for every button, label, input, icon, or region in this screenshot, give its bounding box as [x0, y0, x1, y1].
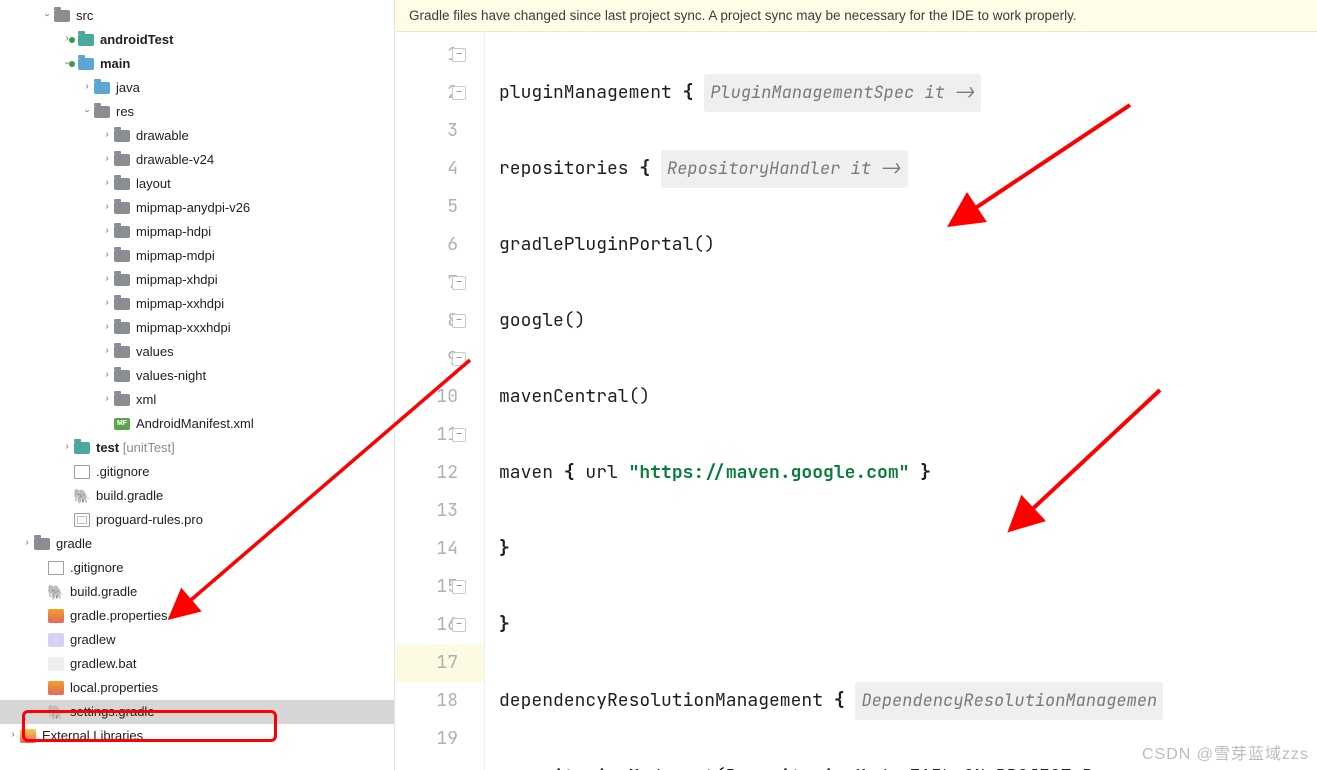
- tree-gitignore2[interactable]: .gitignore: [0, 556, 394, 580]
- tree-label: build.gradle: [70, 580, 145, 604]
- tree-gradle-properties[interactable]: gradle.properties: [0, 604, 394, 628]
- code-editor: Gradle files have changed since last pro…: [395, 0, 1317, 770]
- tree-mipmap-xxxhdpi[interactable]: mipmap-xxxhdpi: [0, 316, 394, 340]
- root: src androidTest main java res drawable d…: [0, 0, 1317, 770]
- tree-java[interactable]: java: [0, 76, 394, 100]
- tree-xml[interactable]: xml: [0, 388, 394, 412]
- tree-proguard[interactable]: proguard-rules.pro: [0, 508, 394, 532]
- tree-label: gradlew: [70, 628, 124, 652]
- line-gutter[interactable]: 1 2 3 4 5 6 7 8 9 10 11 12 13 14 15 16 1…: [395, 32, 485, 770]
- fold-icon[interactable]: [452, 352, 466, 366]
- tree-label: mipmap-xxhdpi: [136, 292, 232, 316]
- fold-icon[interactable]: [452, 276, 466, 290]
- gradle-icon: [74, 488, 90, 504]
- tree-label: java: [116, 76, 148, 100]
- tree-label: main: [100, 52, 138, 76]
- tree-label: drawable: [136, 124, 197, 148]
- tree-label: mipmap-hdpi: [136, 220, 219, 244]
- tree-label: gradlew.bat: [70, 652, 145, 676]
- tree-mipmap-hdpi[interactable]: mipmap-hdpi: [0, 220, 394, 244]
- gradle-icon: [48, 584, 64, 600]
- tree-label: androidTest: [100, 28, 181, 52]
- tree-label: gradle: [56, 532, 100, 556]
- tree-test[interactable]: test [unitTest]: [0, 436, 394, 460]
- tree-gradlew-bat[interactable]: gradlew.bat: [0, 652, 394, 676]
- inlay-hint: RepositoryHandler it ->: [661, 150, 908, 188]
- tree-label: local.properties: [70, 676, 166, 700]
- tree-label: External Libraries: [42, 724, 151, 748]
- shell-icon: [48, 633, 64, 647]
- tree-gradle-dir[interactable]: gradle: [0, 532, 394, 556]
- tree-layout[interactable]: layout: [0, 172, 394, 196]
- properties-icon: [48, 681, 64, 695]
- tree-label: build.gradle: [96, 484, 171, 508]
- tree-mipmap-xxhdpi[interactable]: mipmap-xxhdpi: [0, 292, 394, 316]
- sync-banner[interactable]: Gradle files have changed since last pro…: [395, 0, 1317, 32]
- tree-label: proguard-rules.pro: [96, 508, 211, 532]
- tree-label: values-night: [136, 364, 214, 388]
- library-icon: [20, 729, 36, 743]
- tree-label: src: [76, 4, 101, 28]
- inlay-hint: DependencyResolutionManagemen: [855, 682, 1163, 720]
- manifest-icon: [114, 418, 130, 430]
- tree-androidtest[interactable]: androidTest: [0, 28, 394, 52]
- tree-local-properties[interactable]: local.properties: [0, 676, 394, 700]
- banner-text: Gradle files have changed since last pro…: [409, 8, 1077, 23]
- tree-label: mipmap-xhdpi: [136, 268, 226, 292]
- fold-icon[interactable]: [452, 428, 466, 442]
- fold-icon[interactable]: [452, 580, 466, 594]
- fold-icon[interactable]: [452, 618, 466, 632]
- tree-external-libraries[interactable]: External Libraries: [0, 724, 394, 748]
- tree-manifest[interactable]: AndroidManifest.xml: [0, 412, 394, 436]
- tree-main[interactable]: main: [0, 52, 394, 76]
- project-tree[interactable]: src androidTest main java res drawable d…: [0, 0, 395, 770]
- tree-label: res: [116, 100, 142, 124]
- tree-values[interactable]: values: [0, 340, 394, 364]
- tree-label: AndroidManifest.xml: [136, 412, 262, 436]
- tree-label: .gitignore: [70, 556, 131, 580]
- tree-label: mipmap-anydpi-v26: [136, 196, 258, 220]
- tree-mipmap-mdpi[interactable]: mipmap-mdpi: [0, 244, 394, 268]
- tree-label: mipmap-mdpi: [136, 244, 223, 268]
- tree-label: test [unitTest]: [96, 436, 183, 460]
- fold-icon[interactable]: [452, 48, 466, 62]
- fold-icon[interactable]: [452, 86, 466, 100]
- tree-mipmap-anydpi[interactable]: mipmap-anydpi-v26: [0, 196, 394, 220]
- fold-icon[interactable]: [452, 314, 466, 328]
- tree-gitignore[interactable]: .gitignore: [0, 460, 394, 484]
- tree-res[interactable]: res: [0, 100, 394, 124]
- inlay-hint: PluginManagementSpec it ->: [704, 74, 981, 112]
- bat-icon: [48, 657, 64, 671]
- watermark: CSDN @雪芽蓝域zzs: [1142, 740, 1309, 764]
- gradle-icon: [48, 704, 64, 720]
- tree-label: drawable-v24: [136, 148, 222, 172]
- tree-src[interactable]: src: [0, 4, 394, 28]
- tree-drawable[interactable]: drawable: [0, 124, 394, 148]
- tree-build-gradle-root[interactable]: build.gradle: [0, 580, 394, 604]
- tree-label: settings.gradle: [70, 700, 163, 724]
- tree-label: layout: [136, 172, 179, 196]
- tree-label: .gitignore: [96, 460, 157, 484]
- tree-label: mipmap-xxxhdpi: [136, 316, 239, 340]
- tree-label: values: [136, 340, 182, 364]
- properties-icon: [48, 609, 64, 623]
- tree-label: gradle.properties: [70, 604, 176, 628]
- tree-mipmap-xhdpi[interactable]: mipmap-xhdpi: [0, 268, 394, 292]
- tree-drawable-v24[interactable]: drawable-v24: [0, 148, 394, 172]
- tree-values-night[interactable]: values-night: [0, 364, 394, 388]
- tree-settings-gradle[interactable]: settings.gradle: [0, 700, 394, 724]
- tree-build-gradle-app[interactable]: build.gradle: [0, 484, 394, 508]
- code-area[interactable]: pluginManagement { PluginManagementSpec …: [485, 32, 1317, 770]
- tree-gradlew[interactable]: gradlew: [0, 628, 394, 652]
- tree-label: xml: [136, 388, 164, 412]
